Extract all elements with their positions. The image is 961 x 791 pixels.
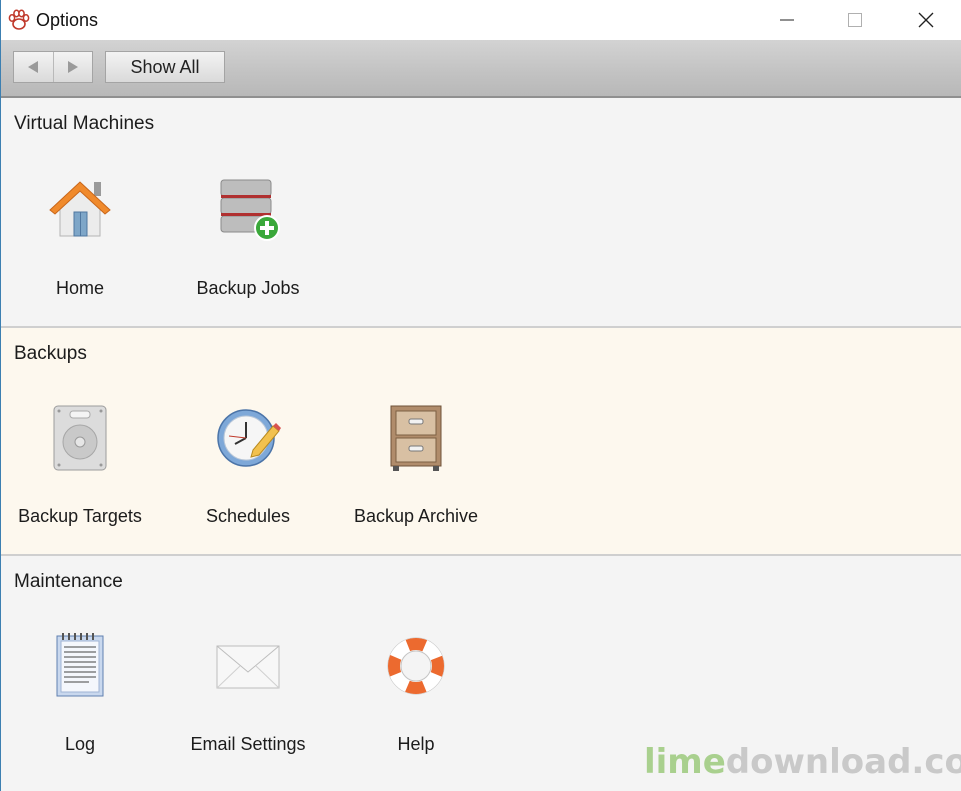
section-title: Backups	[14, 343, 87, 364]
watermark-part1: lime	[644, 742, 726, 782]
home-icon	[49, 181, 111, 237]
database-add-icon	[220, 179, 280, 241]
hard-drive-icon	[53, 405, 107, 471]
maximize-icon	[848, 13, 862, 27]
help-tile[interactable]: Help	[332, 632, 500, 782]
section-title: Maintenance	[14, 571, 123, 592]
email-settings-tile[interactable]: Email Settings	[164, 632, 332, 782]
section-backups: Backups Backup Targets Schedules Backup …	[1, 328, 961, 556]
section-title: Virtual Machines	[14, 113, 155, 134]
file-cabinet-icon	[390, 405, 442, 471]
email-settings-label: Email Settings	[190, 734, 306, 754]
home-label: Home	[55, 278, 104, 298]
navigation-buttons	[13, 51, 93, 83]
clock-pencil-icon	[217, 409, 281, 467]
backup-archive-label: Backup Archive	[353, 506, 479, 526]
show-all-button[interactable]: Show All	[105, 51, 225, 83]
title-bar: Options	[1, 0, 961, 40]
schedules-tile[interactable]: Schedules	[164, 404, 332, 554]
backup-targets-label: Backup Targets	[18, 506, 142, 526]
window-title: Options	[36, 10, 99, 30]
log-label: Log	[64, 734, 96, 754]
minimize-icon	[780, 19, 794, 21]
back-button[interactable]	[14, 52, 54, 82]
lifebuoy-icon	[387, 637, 445, 695]
backup-archive-tile[interactable]: Backup Archive	[332, 404, 500, 554]
backup-jobs-tile[interactable]: Backup Jobs	[164, 176, 332, 326]
section-virtual-machines: Virtual Machines Home Backup Jobs	[1, 98, 961, 328]
help-label: Help	[397, 734, 435, 754]
envelope-icon	[216, 645, 280, 689]
backup-targets-tile[interactable]: Backup Targets	[0, 404, 164, 554]
watermark-part2: download.com	[725, 742, 961, 782]
options-window: Options Show All Virtual Machines Home B…	[0, 0, 961, 791]
maximize-button[interactable]	[832, 0, 878, 40]
minimize-button[interactable]	[764, 0, 810, 40]
left-triangle-icon	[28, 61, 39, 73]
home-tile[interactable]: Home	[0, 176, 164, 326]
close-icon	[918, 12, 934, 28]
watermark: limedownload.com	[644, 742, 961, 782]
backup-jobs-label: Backup Jobs	[196, 278, 300, 298]
paw-app-icon	[8, 9, 30, 30]
right-triangle-icon	[67, 61, 78, 73]
notepad-icon	[56, 633, 104, 697]
close-button[interactable]	[903, 0, 949, 40]
schedules-label: Schedules	[205, 506, 291, 526]
toolbar: Show All	[1, 40, 961, 98]
forward-button[interactable]	[54, 52, 93, 82]
log-tile[interactable]: Log	[0, 632, 164, 782]
